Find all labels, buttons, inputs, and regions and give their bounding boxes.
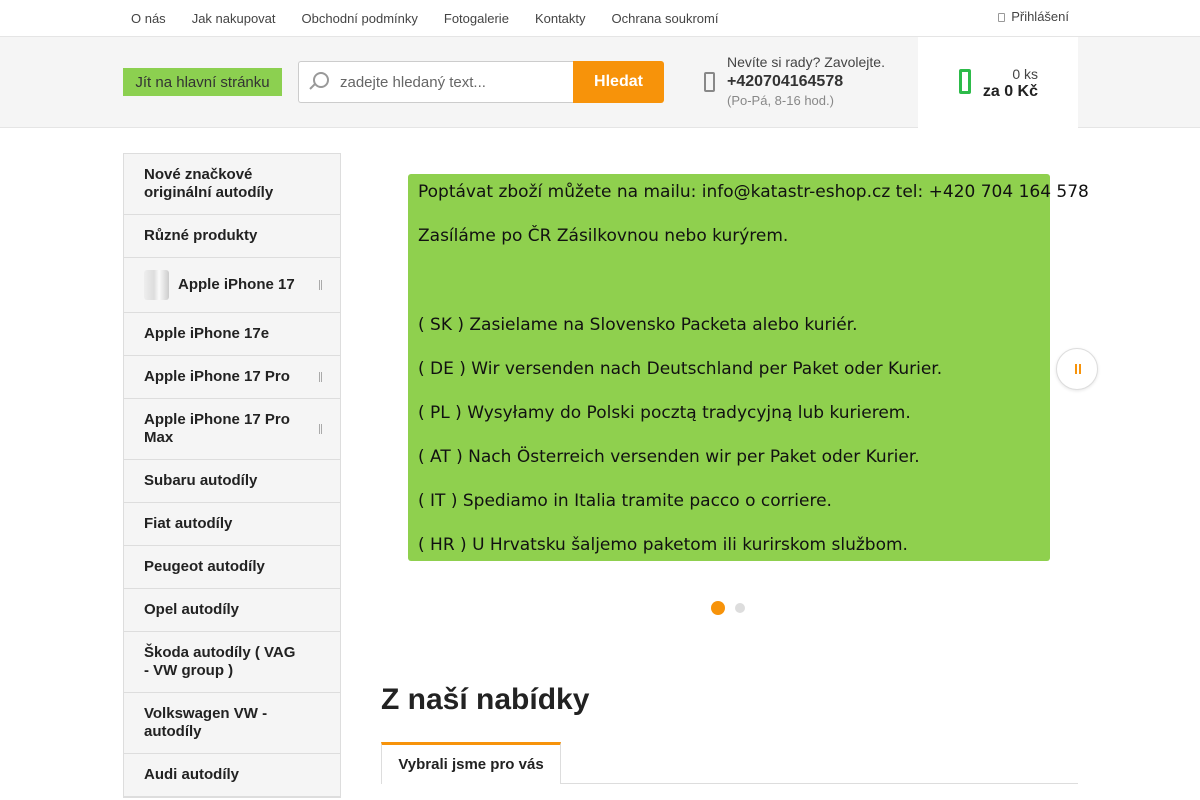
contact-info: Nevíte si rady? Zavolejte. +420704164578…: [727, 54, 885, 108]
banner-line: ( PL ) Wysyłamy do Polski pocztą tradycy…: [418, 403, 911, 423]
nav-link-ochrana-soukromi[interactable]: Ochrana soukromí: [612, 11, 719, 26]
sidebar-item[interactable]: Opel autodíly: [124, 589, 340, 632]
banner-line: ( SK ) Zasielame na Slovensko Packeta al…: [418, 315, 858, 335]
section-title: Z naší nabídky: [381, 683, 590, 716]
chevron-right-icon: [1075, 364, 1081, 374]
sidebar-item[interactable]: Apple iPhone 17 Pro Max: [124, 399, 340, 460]
nav-link-kontakty[interactable]: Kontakty: [535, 11, 586, 26]
sidebar-item[interactable]: Subaru autodíly: [124, 460, 340, 503]
banner-line: ( IT ) Spediamo in Italia tramite pacco …: [418, 491, 832, 511]
category-sidebar: Nové značkové originální autodíly Různé p…: [123, 153, 341, 798]
nav-link-jak-nakupovat[interactable]: Jak nakupovat: [192, 11, 276, 26]
tab-divider: [561, 783, 1078, 784]
sidebar-item[interactable]: Apple iPhone 17e: [124, 313, 340, 356]
sidebar-item-label: Volkswagen VW - autodíly: [144, 705, 268, 740]
sidebar-item[interactable]: Peugeot autodíly: [124, 546, 340, 589]
sidebar-item-label: Apple iPhone 17 Pro: [144, 368, 290, 385]
sidebar-item[interactable]: Apple iPhone 17 Pro: [124, 356, 340, 399]
sidebar-item[interactable]: Apple iPhone 17: [124, 258, 340, 313]
top-navigation: O nás Jak nakupovat Obchodní podmínky Fo…: [131, 0, 744, 36]
search-form: Hledat: [298, 61, 664, 103]
slider-dot-active[interactable]: [711, 601, 725, 615]
search-field-wrapper: [298, 61, 573, 103]
slider-dots: [711, 601, 745, 615]
slider-dot[interactable]: [735, 603, 745, 613]
nav-link-obchodni-podminky[interactable]: Obchodní podmínky: [302, 11, 418, 26]
product-thumbnail: [144, 270, 169, 300]
sidebar-item-label: Subaru autodíly: [144, 472, 258, 489]
sidebar-item-label: Opel autodíly: [144, 601, 240, 618]
lock-icon: [998, 13, 1006, 22]
search-input[interactable]: [340, 73, 550, 91]
sidebar-item[interactable]: Různé produkty: [124, 215, 340, 258]
header: Jít na hlavní stránku Hledat Nevíte si r…: [0, 37, 1200, 128]
sidebar-item-label: Apple iPhone 17 Pro Max: [144, 411, 290, 446]
login-label: Přihlášení: [1011, 9, 1069, 24]
sidebar-item[interactable]: Audi autodíly: [124, 754, 340, 797]
home-logo-link[interactable]: Jít na hlavní stránku: [123, 68, 282, 96]
sidebar-item-label: Různé produkty: [144, 227, 258, 244]
banner-line: Zasíláme po ČR Zásilkovnou nebo kurýrem.: [418, 226, 789, 246]
banner-line: Poptávat zboží můžete na mailu: info@kat…: [418, 182, 1089, 202]
cart-quantity: 0 ks: [1012, 66, 1038, 82]
banner-line: ( HR ) U Hrvatsku šaljemo paketom ili ku…: [418, 535, 908, 555]
sidebar-item-label: Peugeot autodíly: [144, 558, 265, 575]
sidebar-item-label: Apple iPhone 17: [178, 276, 295, 293]
banner-line: ( AT ) Nach Österreich versenden wir per…: [418, 447, 920, 467]
tab-recommended[interactable]: Vybrali jsme pro vás: [381, 742, 561, 784]
sidebar-item[interactable]: Nové značkové originální autodíly: [124, 154, 340, 215]
nav-link-o-nas[interactable]: O nás: [131, 11, 166, 26]
submenu-caret-icon[interactable]: [319, 372, 322, 382]
contact-question: Nevíte si rady? Zavolejte.: [727, 54, 885, 70]
phone-icon: [704, 72, 715, 92]
sidebar-item-label: Fiat autodíly: [144, 515, 233, 532]
sidebar-item[interactable]: Volkswagen VW - autodíly: [124, 693, 340, 754]
sidebar-item-label: Nové značkové originální autodíly: [144, 166, 274, 201]
sidebar-item[interactable]: Fiat autodíly: [124, 503, 340, 546]
cart-icon: [959, 69, 971, 94]
sidebar-item[interactable]: Škoda autodíly ( VAG - VW group ): [124, 632, 340, 693]
slider-next-button[interactable]: [1056, 348, 1098, 390]
sidebar-item-label: Apple iPhone 17e: [144, 325, 270, 342]
sidebar-item-label: Škoda autodíly ( VAG - VW group ): [144, 644, 296, 679]
promo-banner[interactable]: Poptávat zboží můžete na mailu: info@kat…: [408, 174, 1089, 561]
search-icon: [309, 72, 329, 92]
search-button[interactable]: Hledat: [573, 61, 664, 103]
banner-line: ( DE ) Wir versenden nach Deutschland pe…: [418, 359, 943, 379]
login-link[interactable]: Přihlášení: [998, 9, 1069, 24]
top-bar: O nás Jak nakupovat Obchodní podmínky Fo…: [0, 0, 1200, 37]
cart-widget[interactable]: 0 ks za 0 Kč: [918, 37, 1078, 128]
sidebar-item-label: Audi autodíly: [144, 766, 239, 783]
submenu-caret-icon[interactable]: [319, 424, 322, 434]
contact-phone[interactable]: +420704164578: [727, 73, 885, 91]
nav-link-fotogalerie[interactable]: Fotogalerie: [444, 11, 509, 26]
cart-total: za 0 Kč: [982, 83, 1038, 100]
submenu-caret-icon[interactable]: [319, 280, 322, 290]
contact-hours: (Po-Pá, 8-16 hod.): [727, 93, 834, 108]
